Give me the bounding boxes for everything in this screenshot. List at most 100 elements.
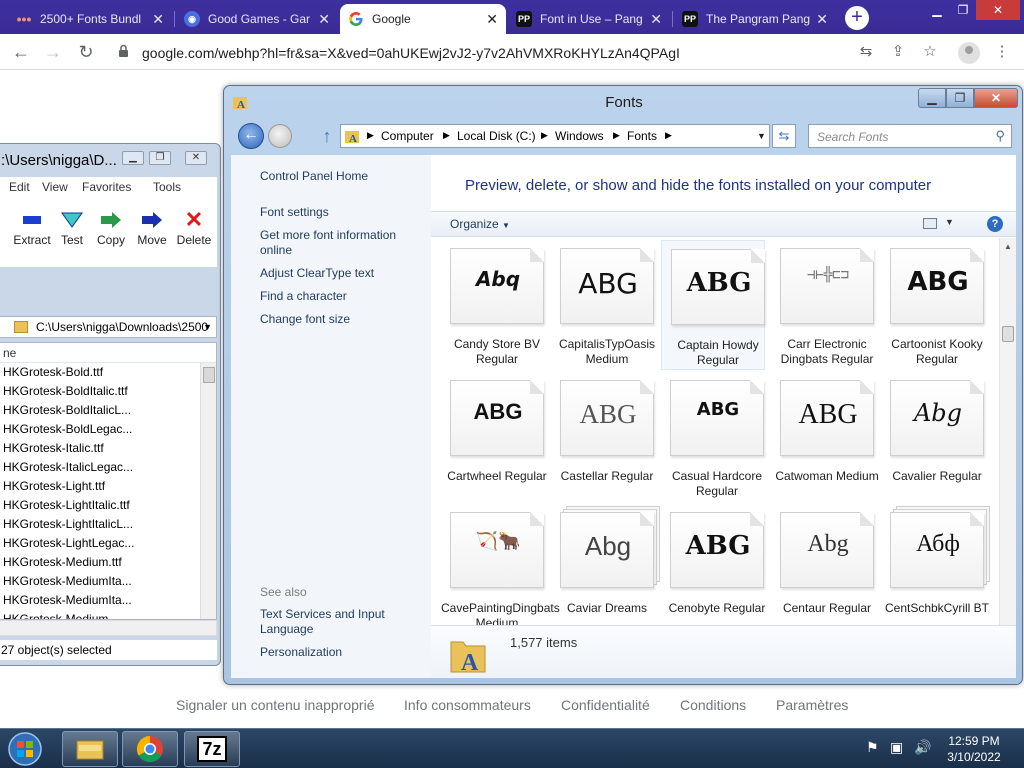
move-button[interactable]: Move — [131, 207, 173, 247]
clock[interactable]: 12:59 PM 3/10/2022 — [930, 733, 1018, 765]
url-text[interactable]: google.com/webhp?hl=fr&sa=X&ved=0ahUKEwj… — [142, 45, 680, 61]
chevron-right-icon[interactable]: ▶ — [367, 130, 374, 141]
extract-button[interactable]: Extract — [12, 207, 52, 247]
breadcrumb-windows[interactable]: Windows — [555, 129, 604, 143]
breadcrumb-fonts[interactable]: Fonts — [627, 129, 657, 143]
link-change-font-size[interactable]: Change font size — [260, 312, 350, 327]
menu-tools[interactable]: Tools — [153, 180, 181, 194]
font-tile[interactable]: Abg Cavalier Regular — [881, 372, 985, 502]
font-tile[interactable]: ABG Cartoonist Kooky Regular — [881, 240, 985, 370]
organize-button[interactable]: Organize ▼ — [450, 217, 510, 231]
font-tile[interactable]: ⊣⊢╬⊏⊐ Carr Electronic Dingbats Regular — [771, 240, 875, 370]
file-row[interactable]: HKGrotesk-BoldLegac... — [0, 420, 216, 439]
file-row[interactable]: HKGrotesk-LightItalic.ttf — [0, 496, 216, 515]
volume-icon[interactable]: 🔊 — [914, 739, 931, 756]
font-tile[interactable]: Abg Caviar Dreams — [551, 504, 660, 625]
tab-font-in-use[interactable]: PP Font in Use – Pang ✕ — [508, 4, 670, 34]
flag-icon[interactable]: ⚑ — [866, 739, 879, 756]
menu-dots-icon[interactable]: ⋮ — [992, 42, 1012, 62]
font-tile[interactable]: ABG Casual Hardcore Regular — [661, 372, 765, 502]
maximize-icon[interactable]: ❐ — [950, 0, 976, 20]
link-control-panel-home[interactable]: Control Panel Home — [260, 169, 368, 184]
file-row[interactable]: HKGrotesk-BoldItalic.ttf — [0, 382, 216, 401]
tab-good-games[interactable]: ◉ Good Games - Gar ✕ — [176, 4, 338, 34]
footer-link-terms[interactable]: Conditions — [680, 697, 746, 713]
font-tile[interactable]: ABG Cartwheel Regular — [441, 372, 547, 502]
menu-view[interactable]: View — [42, 180, 68, 194]
profile-avatar-icon[interactable] — [958, 42, 980, 64]
scroll-up-icon[interactable]: ▲ — [1004, 242, 1012, 251]
link-find-character[interactable]: Find a character — [260, 289, 347, 304]
chevron-right-icon[interactable]: ▶ — [665, 130, 672, 141]
refresh-icon[interactable]: ⇆ — [772, 124, 796, 148]
forward-arrow-icon[interactable] — [268, 124, 292, 148]
address-bar[interactable]: google.com/webhp?hl=fr&sa=X&ved=0ahUKEwj… — [110, 38, 950, 66]
font-tile[interactable]: ABG CapitalisTypOasis Medium — [551, 240, 655, 370]
scroll-thumb[interactable] — [1002, 326, 1014, 342]
minimize-icon[interactable]: ▁ — [924, 0, 950, 20]
view-icon[interactable] — [923, 218, 937, 229]
font-tile[interactable]: ABG Catwoman Medium — [771, 372, 879, 502]
scroll-thumb[interactable] — [203, 367, 215, 383]
maximize-icon[interactable]: ❐ — [946, 88, 974, 108]
minimize-icon[interactable]: ▁ — [918, 88, 946, 108]
file-row[interactable]: HKGrotesk-LightLegac... — [0, 534, 216, 553]
footer-link-privacy[interactable]: Confidentialité — [561, 697, 650, 713]
close-tab-icon[interactable]: ✕ — [152, 11, 164, 28]
up-arrow-icon[interactable]: ↑ — [318, 126, 336, 146]
link-font-settings[interactable]: Font settings — [260, 205, 329, 220]
font-tile[interactable]: ABG Castellar Regular — [551, 372, 655, 502]
chevron-right-icon[interactable]: ▶ — [613, 130, 620, 141]
close-icon[interactable]: ✕ — [974, 88, 1018, 108]
close-tab-icon[interactable]: ✕ — [816, 11, 828, 28]
taskbar-chrome[interactable] — [122, 731, 178, 767]
translate-icon[interactable]: ⇆ — [856, 42, 876, 62]
close-icon[interactable]: ✕ — [185, 151, 207, 165]
file-row[interactable]: HKGrotesk-MediumIta... — [0, 572, 216, 591]
chevron-down-icon[interactable]: ▼ — [945, 217, 954, 227]
menu-edit[interactable]: Edit — [9, 180, 30, 194]
font-tile[interactable]: 🏹🐂 CavePaintingDingbats Medium — [441, 504, 560, 625]
file-row[interactable]: HKGrotesk-Light.ttf — [0, 477, 216, 496]
help-icon[interactable]: ? — [987, 216, 1003, 232]
search-input[interactable]: Search Fonts ⚲ — [808, 124, 1012, 148]
menu-favorites[interactable]: Favorites — [82, 180, 131, 194]
forward-arrow-icon[interactable]: → — [42, 41, 64, 63]
link-text-services[interactable]: Text Services and Input Language — [260, 607, 420, 637]
file-row[interactable]: HKGrotesk-Bold.ttf — [0, 363, 216, 382]
horizontal-scrollbar[interactable] — [0, 620, 217, 636]
tab-fonts-bundle[interactable]: ••• 2500+ Fonts Bundl ✕ — [8, 4, 172, 34]
test-button[interactable]: Test — [53, 207, 91, 247]
tab-pangram[interactable]: PP The Pangram Pang ✕ — [674, 4, 836, 34]
reload-icon[interactable]: ↻ — [75, 41, 97, 63]
vertical-scrollbar[interactable] — [200, 363, 216, 619]
breadcrumb-local-disk[interactable]: Local Disk (C:) — [457, 129, 536, 143]
link-adjust-cleartype[interactable]: Adjust ClearType text — [260, 266, 374, 281]
back-arrow-icon[interactable]: ← — [10, 41, 32, 63]
tab-google[interactable]: Google ✕ — [340, 4, 506, 34]
path-combobox[interactable]: C:\Users\nigga\Downloads\2500 ▼ — [0, 316, 217, 338]
link-personalization[interactable]: Personalization — [260, 645, 342, 660]
maximize-icon[interactable]: ❐ — [149, 151, 171, 165]
close-tab-icon[interactable]: ✕ — [650, 11, 662, 28]
chevron-down-icon[interactable]: ▼ — [757, 131, 766, 141]
font-tile[interactable]: Abq Candy Store BV Regular — [441, 240, 545, 370]
file-row[interactable]: HKGrotesk-ItalicLegac... — [0, 458, 216, 477]
chevron-down-icon[interactable]: ▼ — [203, 317, 212, 337]
delete-button[interactable]: ✕ Delete — [173, 207, 215, 247]
search-icon[interactable]: ⚲ — [995, 128, 1005, 144]
column-header-name[interactable]: ne — [0, 343, 216, 363]
share-icon[interactable]: ⇪ — [888, 42, 908, 62]
network-icon[interactable]: ▣ — [890, 739, 903, 756]
link-more-font-info[interactable]: Get more font information online — [260, 228, 420, 258]
font-tile[interactable]: ABG Captain Howdy Regular — [661, 240, 765, 370]
back-arrow-icon[interactable]: ← — [238, 123, 264, 149]
file-row[interactable]: HKGrotesk-BoldItalicL... — [0, 401, 216, 420]
new-tab-button[interactable]: + — [845, 6, 869, 30]
file-row[interactable]: HKGrotesk-MediumIta... — [0, 591, 216, 610]
windows-start-icon[interactable] — [4, 731, 46, 767]
vertical-scrollbar[interactable]: ▲ — [999, 238, 1016, 625]
minimize-icon[interactable]: ▁ — [122, 151, 144, 165]
file-row[interactable]: HKGrotesk-LightItalicL... — [0, 515, 216, 534]
taskbar-explorer[interactable] — [62, 731, 118, 767]
